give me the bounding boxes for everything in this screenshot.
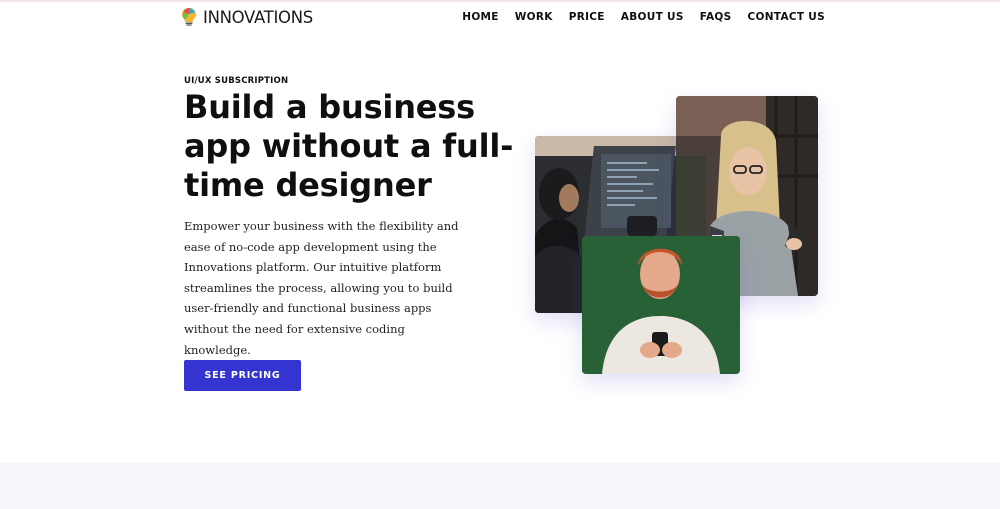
nav-about-us[interactable]: ABOUT US	[621, 11, 684, 23]
photo-man-phone	[582, 236, 740, 374]
nav-contact-us[interactable]: CONTACT US	[747, 11, 825, 23]
lightbulb-puzzle-icon	[179, 7, 199, 27]
hero-description: Empower your business with the flexibili…	[184, 219, 459, 357]
hero-eyebrow: UI/UX SUBSCRIPTION	[184, 76, 289, 86]
next-section-band	[0, 463, 1000, 509]
nav-faqs[interactable]: FAQS	[700, 11, 732, 23]
nav-home[interactable]: HOME	[462, 11, 499, 23]
nav-price[interactable]: PRICE	[569, 11, 605, 23]
see-pricing-button[interactable]: SEE PRICING	[184, 360, 301, 391]
main-nav: HOME WORK PRICE ABOUT US FAQS CONTACT US	[446, 11, 825, 23]
brand-logo[interactable]: INNOVATIONS	[179, 6, 313, 28]
top-border	[0, 0, 1000, 2]
hero-headline: Build a business app without a full-time…	[184, 88, 514, 204]
nav-work[interactable]: WORK	[515, 11, 553, 23]
brand-name: INNOVATIONS	[203, 7, 313, 27]
